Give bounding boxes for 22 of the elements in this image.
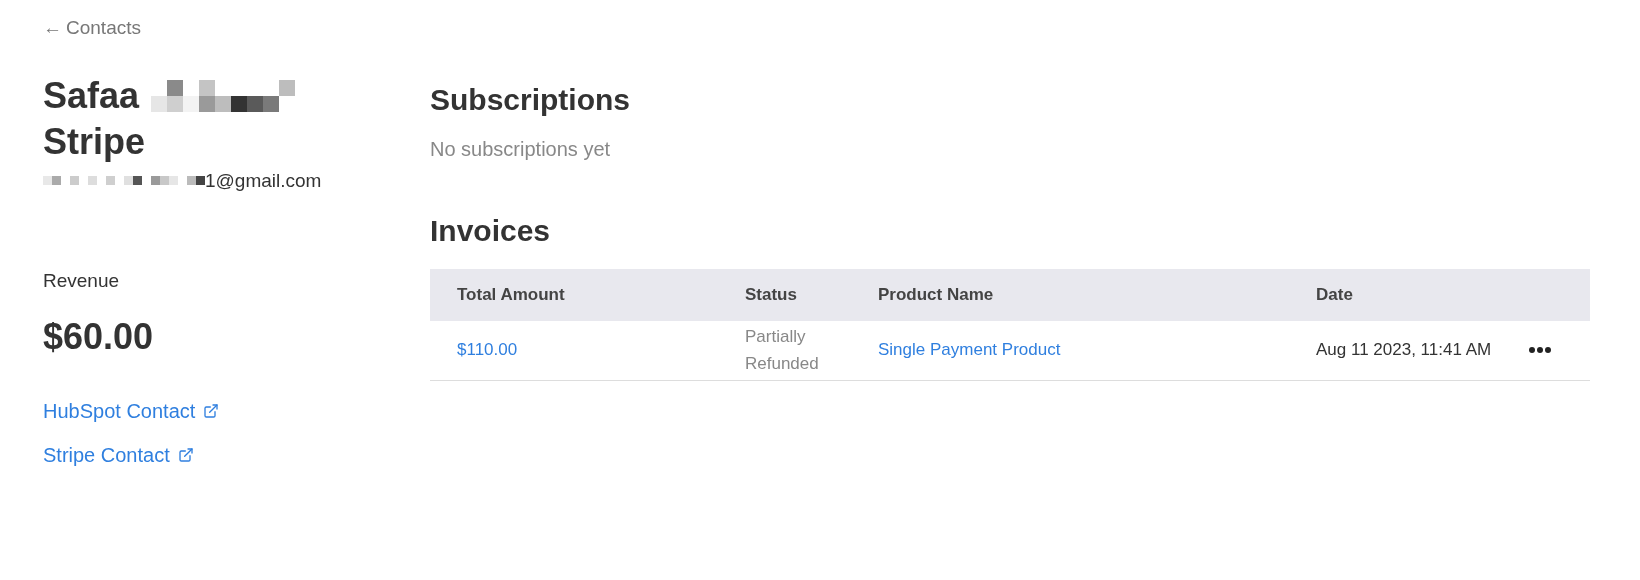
amount-link[interactable]: $110.00 xyxy=(457,337,518,363)
section-title: Invoices xyxy=(430,212,551,249)
external-link-icon xyxy=(177,446,194,463)
contact-name: Stripe xyxy=(43,119,147,164)
column-header: Status xyxy=(745,283,797,306)
column-header: Date xyxy=(1316,283,1353,306)
column-header: Total Amount xyxy=(457,283,565,306)
column-header: Product Name xyxy=(878,283,994,306)
contact-name: Safaa xyxy=(43,73,140,118)
date-text: Aug 11 2023, 11:41 AM xyxy=(1316,339,1492,362)
more-icon xyxy=(1529,347,1551,353)
external-link-icon xyxy=(203,402,220,419)
empty-message: No subscriptions yet xyxy=(430,136,611,162)
revenue-label: Revenue xyxy=(43,269,120,293)
product-link[interactable]: Single Payment Product xyxy=(878,337,1061,363)
external-link[interactable]: HubSpot Contact xyxy=(43,395,220,426)
contact-email: 1@gmail.com xyxy=(205,168,322,193)
status-text: Partially Refunded xyxy=(745,326,820,375)
section-title: Subscriptions xyxy=(430,81,631,118)
back-link[interactable]: ← Contacts xyxy=(43,14,141,43)
external-link[interactable]: Stripe Contact xyxy=(43,439,194,470)
revenue-amount: $60.00 xyxy=(43,314,154,359)
